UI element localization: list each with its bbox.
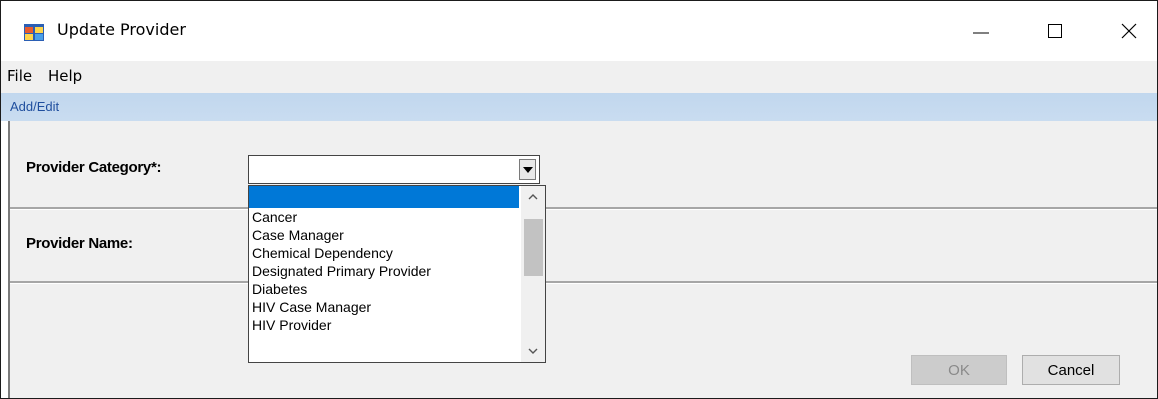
divider-top-left (10, 207, 248, 210)
dropdown-list: Cancer Case Manager Chemical Dependency … (249, 186, 519, 334)
divider-bottom-left (10, 281, 248, 284)
provider-category-label: Provider Category*: (26, 159, 162, 176)
dropdown-item-hiv-case-manager[interactable]: HIV Case Manager (249, 298, 519, 316)
title-bar[interactable]: Update Provider (1, 1, 1157, 61)
scroll-down-button[interactable] (521, 340, 545, 362)
dropdown-item-chemical-dependency[interactable]: Chemical Dependency (249, 244, 519, 262)
ok-button[interactable]: OK (911, 355, 1007, 385)
maximize-button[interactable] (1027, 1, 1083, 61)
cancel-button[interactable]: Cancel (1022, 355, 1120, 385)
application-icon (24, 24, 44, 41)
dropdown-scrollbar[interactable] (521, 186, 545, 362)
chevron-up-icon (528, 194, 538, 200)
scroll-thumb[interactable] (524, 219, 543, 276)
tab-add-edit[interactable]: Add/Edit (10, 99, 59, 114)
minimize-button[interactable] (953, 1, 1009, 61)
provider-category-dropdown: Cancer Case Manager Chemical Dependency … (248, 185, 546, 363)
divider-bottom-right (546, 281, 1157, 284)
chevron-down-icon (522, 166, 533, 173)
minimize-icon (973, 32, 989, 34)
scroll-up-button[interactable] (521, 186, 545, 208)
provider-name-label: Provider Name: (26, 235, 133, 252)
dropdown-item-designated-primary-provider[interactable]: Designated Primary Provider (249, 262, 519, 280)
close-button[interactable] (1101, 1, 1157, 61)
dropdown-item-case-manager[interactable]: Case Manager (249, 226, 519, 244)
dropdown-toggle-button[interactable] (519, 159, 536, 180)
provider-category-combobox[interactable] (248, 155, 540, 184)
menu-help[interactable]: Help (48, 67, 82, 85)
menu-bar: File Help (1, 61, 1157, 93)
chevron-down-icon (528, 348, 538, 354)
menu-file[interactable]: File (7, 67, 32, 85)
divider-top-right (546, 207, 1157, 210)
dropdown-item-blank[interactable] (249, 186, 519, 208)
window-title: Update Provider (57, 20, 186, 39)
maximize-icon (1048, 24, 1062, 38)
dropdown-item-cancer[interactable]: Cancer (249, 208, 519, 226)
update-provider-window: Update Provider File Help Add/Edit Provi… (0, 0, 1158, 399)
dropdown-item-diabetes[interactable]: Diabetes (249, 280, 519, 298)
close-icon (1121, 23, 1137, 39)
add-edit-strip: Add/Edit (1, 93, 1157, 121)
dropdown-item-hiv-provider[interactable]: HIV Provider (249, 316, 519, 334)
